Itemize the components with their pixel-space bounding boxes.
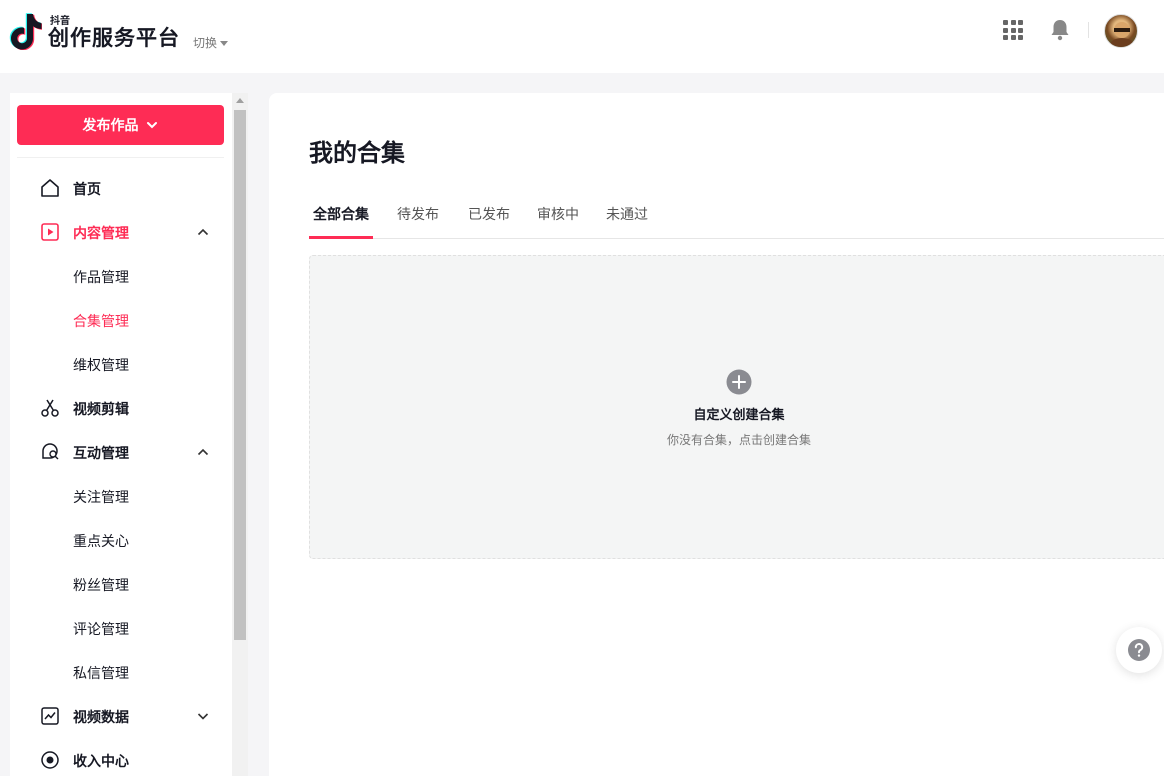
income-circle-icon: [41, 751, 59, 769]
switch-platform-dropdown[interactable]: 切换: [193, 34, 229, 51]
sidebar-item-video-data[interactable]: 视频数据: [10, 698, 232, 734]
question-circle-icon: [1128, 639, 1150, 661]
sidebar-scrollbar[interactable]: [232, 93, 248, 776]
sidebar-subitem-fans[interactable]: 粉丝管理: [10, 567, 232, 601]
sidebar-item-video-editing[interactable]: 视频剪辑: [10, 390, 232, 426]
page-title: 我的合集: [309, 139, 405, 167]
sidebar-subitem-label: 合集管理: [73, 314, 129, 330]
sidebar-subitem-rights[interactable]: 维权管理: [10, 347, 232, 381]
sidebar-item-label: 收入中心: [73, 754, 129, 770]
sidebar-subitem-label: 关注管理: [73, 490, 129, 506]
sidebar-subitem-label: 私信管理: [73, 666, 129, 682]
sidebar-item-label: 内容管理: [73, 226, 129, 242]
sidebar-subitem-label: 维权管理: [73, 358, 129, 374]
scissors-icon: [41, 399, 59, 417]
sidebar-item-home[interactable]: 首页: [10, 170, 232, 206]
help-button[interactable]: [1116, 627, 1162, 673]
bell-icon[interactable]: [1049, 18, 1071, 42]
sidebar-divider: [17, 157, 224, 158]
chevron-down-icon: [146, 122, 157, 129]
sidebar-item-label: 视频剪辑: [73, 402, 129, 418]
tab-pending[interactable]: 待发布: [397, 204, 439, 224]
brand-title: 创作服务平台: [48, 26, 180, 50]
tab-reviewing[interactable]: 审核中: [537, 204, 579, 224]
empty-state-title: 自定义创建合集: [693, 408, 785, 423]
chevron-down-icon: [197, 713, 209, 720]
sidebar: 发布作品 首页 内容管理 作品管理 合集管理 维权管理 视频剪辑 互动管理 关注…: [10, 93, 232, 776]
sidebar-item-label: 首页: [73, 182, 101, 198]
chat-search-icon: [42, 443, 59, 460]
sidebar-subitem-label: 重点关心: [73, 534, 129, 550]
tab-published[interactable]: 已发布: [468, 204, 510, 224]
user-avatar[interactable]: [1104, 14, 1138, 48]
chevron-up-icon: [197, 448, 209, 456]
sidebar-subitem-label: 粉丝管理: [73, 578, 129, 594]
sidebar-subitem-label: 作品管理: [73, 270, 129, 286]
trend-chart-icon: [41, 707, 59, 725]
sidebar-subitem-comments[interactable]: 评论管理: [10, 611, 232, 645]
sidebar-subitem-messages[interactable]: 私信管理: [10, 655, 232, 689]
header-divider: [1088, 22, 1089, 38]
empty-state-subtitle: 你没有合集，点击创建合集: [666, 433, 811, 447]
scroll-up-arrow-icon[interactable]: [236, 98, 244, 103]
collection-tabs: 全部合集 待发布 已发布 审核中 未通过: [309, 193, 1164, 239]
sidebar-subitem-key-concerns[interactable]: 重点关心: [10, 523, 232, 557]
douyin-logo-icon[interactable]: [8, 12, 42, 50]
publish-work-button[interactable]: 发布作品: [17, 105, 224, 145]
sidebar-item-label: 视频数据: [73, 710, 129, 726]
sidebar-item-interaction-management[interactable]: 互动管理: [10, 434, 232, 470]
home-icon: [41, 179, 59, 197]
sidebar-subitem-label: 评论管理: [73, 622, 129, 638]
grid-apps-icon[interactable]: [1003, 20, 1023, 40]
sidebar-subitem-collections[interactable]: 合集管理: [10, 303, 232, 337]
chevron-up-icon: [197, 228, 209, 236]
tab-all-collections[interactable]: 全部合集: [313, 204, 369, 224]
sidebar-subitem-works[interactable]: 作品管理: [10, 259, 232, 293]
scroll-thumb[interactable]: [234, 110, 246, 640]
plus-circle-icon[interactable]: [726, 369, 752, 395]
switch-label: 切换: [193, 36, 218, 50]
sidebar-subitem-following[interactable]: 关注管理: [10, 479, 232, 513]
active-tab-indicator: [309, 236, 373, 239]
sidebar-item-content-management[interactable]: 内容管理: [10, 214, 232, 250]
play-square-icon: [41, 223, 59, 241]
top-header: 抖音 创作服务平台 切换: [0, 0, 1164, 73]
sidebar-item-label: 互动管理: [73, 446, 129, 462]
caret-down-icon: [220, 41, 229, 46]
main-panel: 我的合集 全部合集 待发布 已发布 审核中 未通过 自定义创建合集 你没有合集，…: [269, 93, 1164, 776]
tab-rejected[interactable]: 未通过: [606, 204, 648, 224]
create-collection-area[interactable]: 自定义创建合集 你没有合集，点击创建合集: [309, 255, 1164, 559]
sidebar-item-income-center[interactable]: 收入中心: [10, 742, 232, 776]
publish-label: 发布作品: [82, 118, 139, 134]
